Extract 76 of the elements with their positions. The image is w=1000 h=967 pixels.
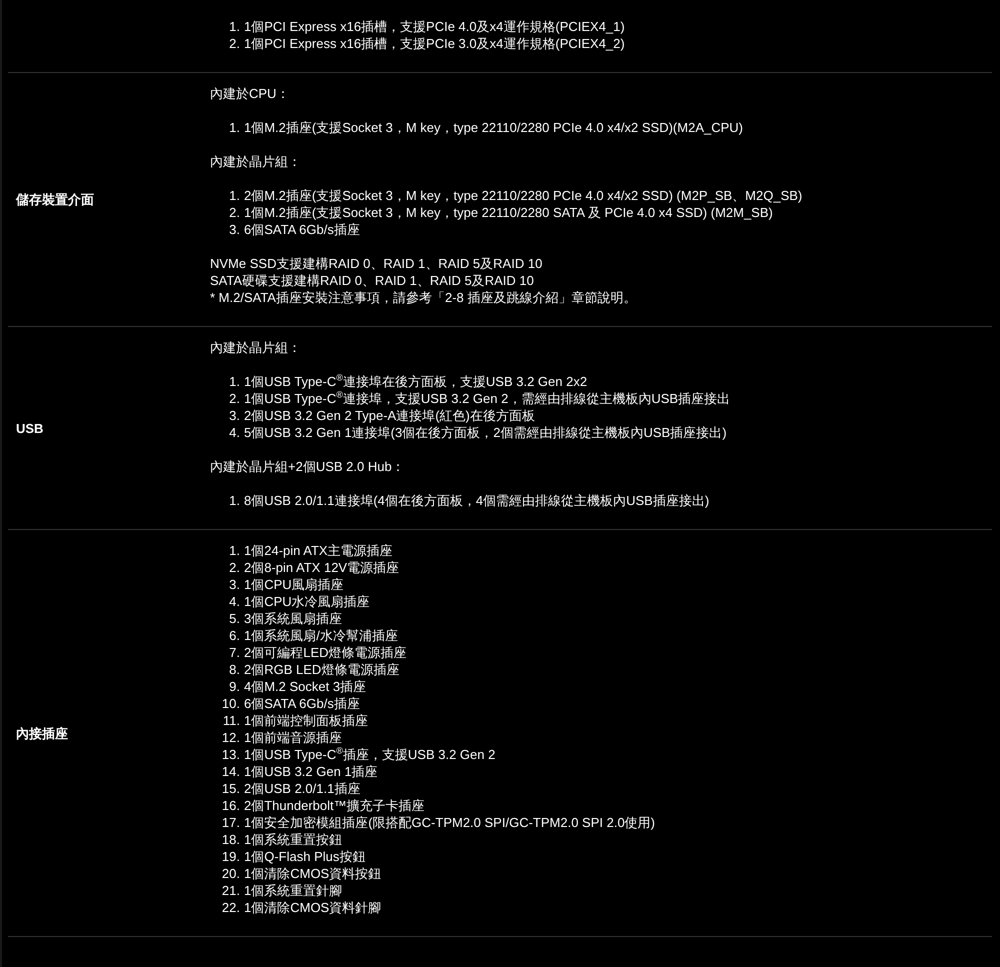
list-number: 17. [220, 814, 241, 831]
list-item-text: 2個USB 3.2 Gen 2 Type-A連接埠(紅色)在後方面板 [244, 407, 535, 424]
list-item-text: 5個USB 3.2 Gen 1連接埠(3個在後方面板，2個需經由排線從主機板內USB插座接出) [244, 424, 727, 441]
list-number: 10. [220, 695, 241, 712]
list-number: 2. [228, 559, 241, 576]
list-number: 2. [228, 204, 241, 221]
note-line: SATA硬碟支援建構RAID 0、RAID 1、RAID 5及RAID 10 [210, 272, 535, 289]
list-number: 12. [220, 729, 241, 746]
list-number: 22. [220, 899, 241, 916]
list-number: 4. [228, 424, 241, 441]
list-item-text: 1個PCI Express x16插槽，支援PCIe 4.0及x4運作規格(PCIEX4_1) [244, 18, 625, 35]
list-item-text: 1個系統重置針腳 [244, 882, 342, 899]
list-item-text: 8個USB 2.0/1.1連接埠(4個在後方面板，4個需經由排線從主機板內USB插座接出) [244, 492, 710, 509]
list-number: 20. [220, 865, 241, 882]
list-item-text: 1個Q-Flash Plus按鈕 [244, 848, 366, 865]
list-item-text: 4個M.2 Socket 3插座 [244, 678, 366, 695]
list-number: 3. [228, 576, 241, 593]
list-item-text: 2個RGB LED燈條電源插座 [244, 661, 400, 678]
list-item-text: 1個PCI Express x16插槽，支援PCIe 3.0及x4運作規格(PCIEX4_2) [244, 35, 625, 52]
list-number: 8. [228, 661, 241, 678]
list-number: 18. [220, 831, 241, 848]
list-number: 1. [228, 18, 241, 35]
list-number: 6. [228, 627, 241, 644]
list-number: 14. [220, 763, 241, 780]
list-item-text: 1個24-pin ATX主電源插座 [244, 542, 393, 559]
note-line: * M.2/SATA插座安裝注意事項，請參考「2-8 插座及跳線介紹」章節說明。 [210, 289, 638, 306]
list-item-text: 1個安全加密模組插座(限搭配GC-TPM2.0 SPI/GC-TPM2.0 SPI 2.0使用) [244, 814, 655, 831]
list-number: 1. [228, 542, 241, 559]
list-item-text: 1個M.2插座(支援Socket 3，M key，type 22110/2280 PCIe 4.0 x4/x2 SSD)(M2A_CPU) [244, 119, 744, 136]
list-number: 4. [228, 593, 241, 610]
list-item-text: 2個可編程LED燈條電源插座 [244, 644, 407, 661]
list-number: 1. [228, 187, 241, 204]
list-item-text: 1個系統重置按鈕 [244, 831, 342, 848]
list-number: 7. [228, 644, 241, 661]
list-number: 19. [220, 848, 241, 865]
list-number: 2. [228, 390, 241, 407]
section-heading: 內建於晶片組+2個USB 2.0 Hub： [210, 458, 406, 475]
list-item-text: 2個Thunderbolt™擴充子卡插座 [244, 797, 425, 814]
list-item-text: 1個前端控制面板插座 [244, 712, 368, 729]
list-item-text: 1個前端音源插座 [244, 729, 342, 746]
list-number: 3. [228, 407, 241, 424]
section-heading: 內建於CPU： [210, 85, 290, 102]
list-item-text: 1個清除CMOS資料針腳 [244, 899, 382, 916]
list-item-text: 1個CPU風扇插座 [244, 576, 344, 593]
section-heading: 內建於晶片組： [210, 153, 302, 170]
list-number: 2. [228, 35, 241, 52]
list-number: 13. [220, 746, 241, 763]
list-number: 9. [228, 678, 241, 695]
row-label: 內接插座 [16, 726, 68, 740]
list-item-text: 1個USB 3.2 Gen 1插座 [244, 763, 378, 780]
section-heading: 內建於晶片組： [210, 339, 302, 356]
list-number: 1. [228, 492, 241, 509]
list-item-text: 1個USB Type-C$^{®}$連接埠，支援USB 3.2 Gen 2，需經由排線從主機板內USB插座接出 [244, 390, 730, 407]
list-number: 16. [220, 797, 241, 814]
list-number: 1. [228, 373, 241, 390]
note-line: NVMe SSD支援建構RAID 0、RAID 1、RAID 5及RAID 10 [210, 255, 544, 272]
list-item-text: 1個系統風扇/水冷幫浦插座 [244, 627, 398, 644]
list-number: 11. [222, 712, 241, 729]
list-item-text: 2個M.2插座(支援Socket 3，M key，type 22110/2280 PCIe 4.0 x4/x2 SSD) (M2P_SB、M2Q_SB) [244, 187, 802, 204]
list-item-text: 2個USB 2.0/1.1插座 [244, 780, 360, 797]
list-item-text: 1個清除CMOS資料按鈕 [244, 865, 382, 882]
list-number: 3. [228, 221, 241, 238]
list-item-text: 1個M.2插座(支援Socket 3，M key，type 22110/2280 SATA 及 PCIe 4.0 x4 SSD) (M2M_SB) [244, 204, 773, 221]
list-item-text: 3個系統風扇插座 [244, 610, 342, 627]
list-number: 5. [228, 610, 241, 627]
list-item-text: 2個8-pin ATX 12V電源插座 [244, 559, 400, 576]
list-number: 15. [220, 780, 241, 797]
list-item-text: 1個CPU水冷風扇插座 [244, 593, 370, 610]
list-item-text: 1個USB Type-C$^{®}$插座，支援USB 3.2 Gen 2 [244, 746, 496, 763]
row-label: USB [16, 420, 44, 436]
list-item-text: 1個USB Type-C$^{®}$連接埠在後方面板，支援USB 3.2 Gen 2x2 [244, 373, 588, 390]
list-item-text: 6個SATA 6Gb/s插座 [244, 695, 360, 712]
list-item-text: 6個SATA 6Gb/s插座 [244, 221, 360, 238]
row-label: 儲存裝置介面 [16, 192, 94, 207]
list-number: 1. [228, 119, 241, 136]
list-number: 21. [220, 882, 241, 899]
